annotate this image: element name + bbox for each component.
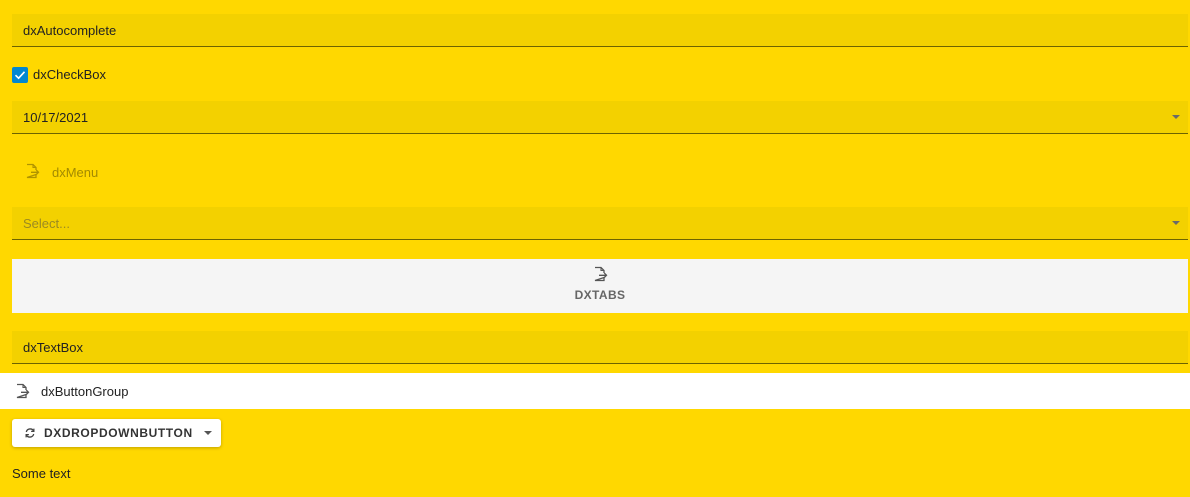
chevron-down-icon[interactable] [1172, 221, 1180, 225]
export-icon [26, 163, 40, 179]
tab-dxtabs[interactable]: DXTABS [12, 259, 1188, 313]
tabs: DXTABS [12, 259, 1188, 313]
refresh-icon [25, 428, 35, 438]
datebox-input[interactable]: 10/17/2021 [12, 101, 1188, 134]
chevron-down-icon[interactable] [1172, 115, 1180, 119]
check-icon [14, 71, 26, 80]
export-icon [16, 383, 30, 399]
menu-item-label: dxMenu [52, 165, 99, 180]
dropdown-button-label: DXDROPDOWNBUTTON [44, 426, 193, 440]
selectbox-placeholder: Select... [23, 216, 70, 231]
selectbox-input[interactable]: Select... [12, 207, 1188, 240]
autocomplete-value: dxAutocomplete [23, 23, 117, 38]
textbox-value: dxTextBox [23, 340, 83, 355]
button-group-item[interactable]: dxButtonGroup [0, 373, 1190, 409]
chevron-down-icon[interactable] [204, 431, 212, 435]
button-group-item-label: dxButtonGroup [41, 384, 129, 399]
menu-item[interactable]: dxMenu [12, 157, 122, 187]
dropdown-button[interactable]: DXDROPDOWNBUTTON [12, 419, 221, 447]
page: dxAutocomplete dxCheckBox 10/17/2021 dxM… [0, 0, 1190, 497]
tab-label: DXTABS [574, 288, 626, 302]
button-group: dxButtonGroup [0, 373, 1190, 409]
textbox-input[interactable]: dxTextBox [12, 331, 1188, 364]
autocomplete-input[interactable]: dxAutocomplete [12, 14, 1188, 47]
datebox-value: 10/17/2021 [23, 110, 89, 125]
checkbox-label[interactable]: dxCheckBox [33, 67, 106, 83]
some-text: Some text [12, 466, 71, 481]
checkbox[interactable] [12, 67, 28, 83]
export-icon [594, 266, 608, 282]
